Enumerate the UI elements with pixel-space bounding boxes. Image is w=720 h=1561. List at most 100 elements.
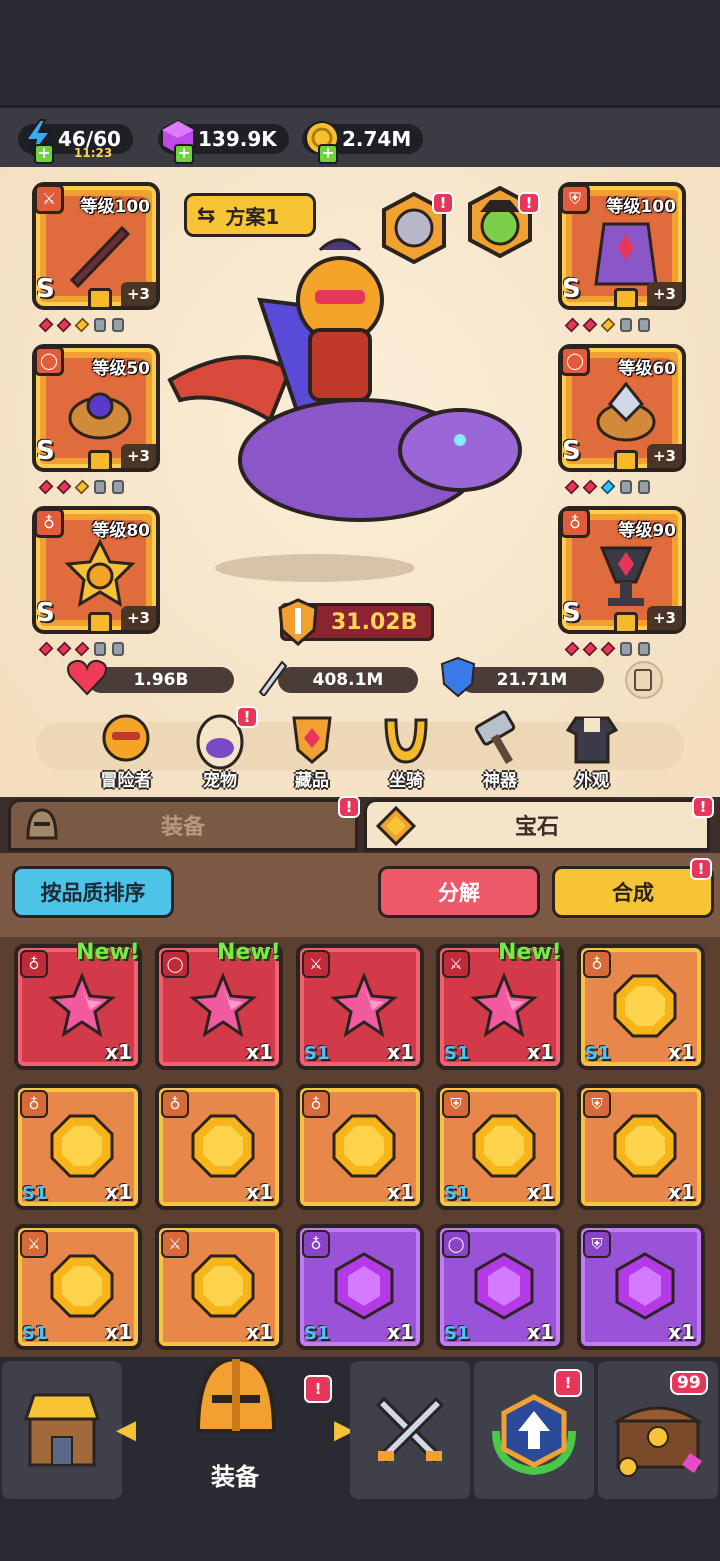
equipment-slot-weapon[interactable]: ⚔ 等级100 S +3 [32,182,160,310]
shield-icon [440,656,476,698]
equipment-slot-armor[interactable]: ⛨ 等级100 S +3 [558,182,686,310]
gem-card[interactable]: ◯ S1 x1 [436,1224,564,1350]
attack-stat: 408.1M [278,667,418,693]
helmet-icon [26,808,58,840]
plus-icon[interactable]: + [34,144,54,164]
nav-battle[interactable] [350,1361,470,1499]
amulet-icon: ♁ [20,1090,48,1118]
outfit-icon [565,716,619,764]
star-gem-icon [330,972,398,1038]
socket-row [564,317,650,333]
amulet-icon: ♁ [161,1090,189,1118]
details-icon[interactable] [622,660,666,700]
new-label: New! [498,940,562,965]
collection-icon [292,716,332,764]
mount-icon [384,718,428,764]
count-label: x1 [105,1040,132,1064]
amulet-icon: ♁ [583,950,611,978]
tab-label: 装备 [160,815,205,840]
merge-label: 合成 [612,881,654,905]
equipment-slot-ring-2[interactable]: ◯ 等级60 S +3 [558,344,686,472]
nav-equipment-label: 装备 [211,1463,259,1491]
alert-badge: ! [554,1369,582,1397]
decompose-button[interactable]: 分解 [378,866,540,918]
subnav-label: 神器 [483,771,517,791]
yellow-gem-icon [191,1114,255,1178]
subnav-artifact[interactable]: 神器 [460,710,540,791]
tier-label: S1 [444,1043,470,1064]
socket-row [38,641,124,657]
energy-timer: 11:23 [74,146,113,160]
gem-card[interactable]: ⚔ S1 x1 [296,944,424,1070]
bonus-label: +3 [646,606,682,630]
gem-card[interactable]: ♁ S1 x1 [577,944,705,1070]
sword-icon: ⚔ [302,950,330,978]
bonus-label: +3 [120,606,156,630]
subnav-mount[interactable]: 坐骑 [366,710,446,791]
rank-label: S [36,274,55,304]
rank-label: S [562,598,581,628]
equipment-slot-amulet-2[interactable]: ♁ 等级90 S +3 [558,506,686,634]
count-label: x1 [668,1320,695,1344]
alert-badge: ! [692,796,714,818]
purple-gem-icon [474,1252,534,1320]
hp-stat: 1.96B [88,667,234,693]
subnav-label: 外观 [575,771,609,791]
chest-count-badge: 99 [670,1371,708,1395]
sword-icon: ⚔ [161,1230,189,1258]
plus-icon[interactable]: + [174,144,194,164]
count-label: x1 [246,1040,273,1064]
nav-equipment[interactable]: 装备 ◀ ▶ ! [116,1356,354,1499]
gem-card[interactable]: ⛨ S1 x1 [436,1084,564,1210]
gem-card[interactable]: ⛨ x1 [577,1224,705,1350]
gem-card[interactable]: ♁ S1 x1 [296,1224,424,1350]
count-label: x1 [387,1320,414,1344]
gem-tab-icon [376,806,416,846]
gem-card[interactable]: ⛨ x1 [577,1084,705,1210]
sort-by-quality-button[interactable]: 按品质排序 [12,866,174,918]
treasure-chest-icon [612,1406,704,1477]
lock-icon [88,450,112,472]
yellow-gem-icon [472,1114,536,1178]
subnav-outfit[interactable]: 外观 [552,710,632,791]
nav-treasure[interactable]: 99 [598,1361,718,1499]
count-label: x1 [668,1040,695,1064]
count-label: x1 [246,1180,273,1204]
gem-card[interactable]: ⚔ x1 [155,1224,283,1350]
bottom-nav: 装备 ◀ ▶ ! ! 99 [0,1356,720,1501]
subnav-collection[interactable]: 藏品 [272,710,352,791]
gem-card[interactable]: ⚔ S1 x1 [14,1224,142,1350]
alert-badge: ! [304,1375,332,1403]
ring-icon: ◯ [161,950,189,978]
gem-resource[interactable]: + 139.9K [158,119,289,164]
sword-icon: ⚔ [20,1230,48,1258]
equipment-slot-amulet[interactable]: ♁ 等级80 S +3 [32,506,160,634]
equipment-slot-ring[interactable]: ◯ 等级50 S +3 [32,344,160,472]
alert-badge: ! [236,706,258,728]
nav-upgrade[interactable]: ! [474,1361,594,1499]
new-label: New! [217,940,281,965]
attack-value: 408.1M [312,670,384,690]
ring-icon: ◯ [560,346,590,376]
socket-row [38,479,124,495]
sort-label: 按品质排序 [40,881,146,905]
star-gem-icon [470,972,538,1038]
nav-shop[interactable] [2,1361,122,1499]
crossed-swords-icon [375,1396,445,1464]
plus-icon[interactable]: + [318,144,338,164]
gem-card[interactable]: ♁ x1 [155,1084,283,1210]
alert-badge: ! [518,192,540,214]
bonus-label: +3 [646,282,682,306]
ring-icon: ◯ [34,346,64,376]
ring-icon [68,392,132,440]
adventurer-icon [102,714,150,762]
gem-card[interactable]: ♁ x1 [296,1084,424,1210]
gem-card[interactable]: ♁ S1 x1 [14,1084,142,1210]
purple-gem-icon [615,1252,675,1320]
subnav-adventurer[interactable]: 冒险者 [86,710,166,791]
amulet-icon: ♁ [20,950,48,978]
lock-icon [88,288,112,310]
bonus-label: +3 [120,282,156,306]
gold-resource[interactable]: + 2.74M [302,121,424,164]
chevron-left-icon[interactable]: ◀ [116,1415,136,1445]
